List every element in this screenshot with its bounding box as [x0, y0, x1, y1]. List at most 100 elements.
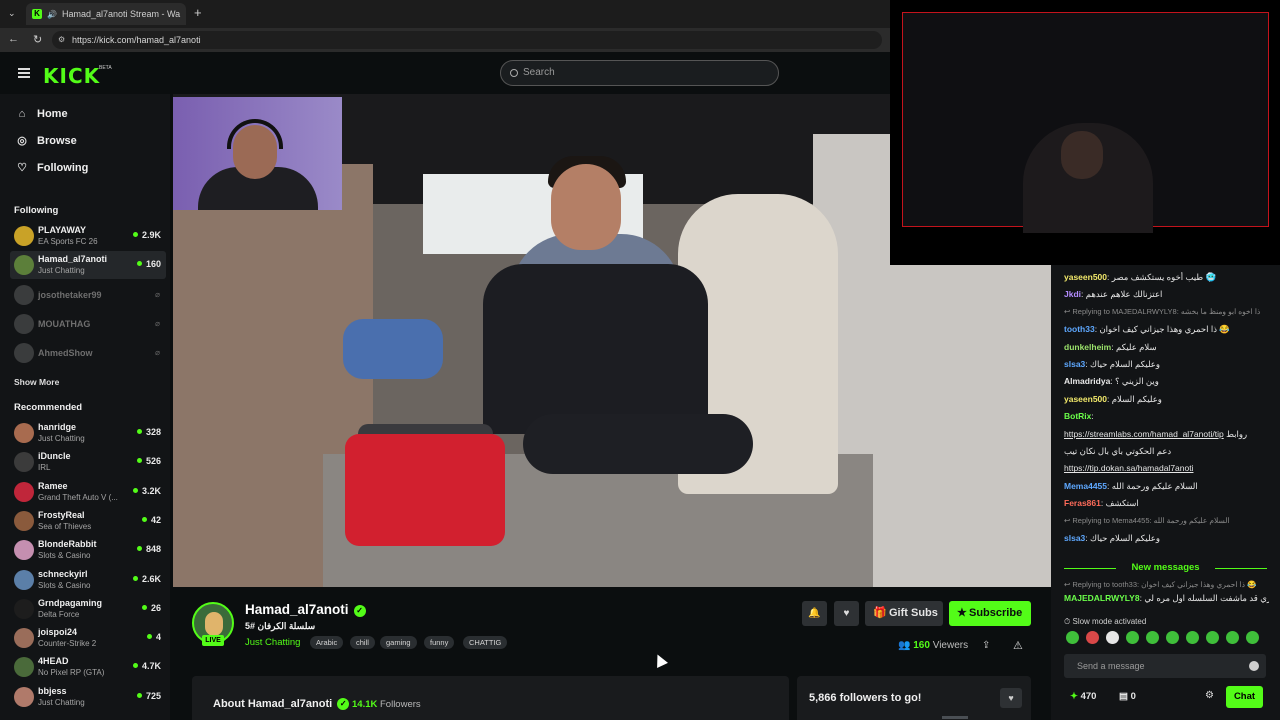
- back-icon[interactable]: ←: [8, 33, 19, 45]
- channel-name: hanridge: [38, 422, 77, 432]
- chat-username[interactable]: BotRix: [1064, 411, 1091, 421]
- channel-avatar: [14, 569, 34, 590]
- channel-item[interactable]: joispoi24 Counter-Strike 2 4: [10, 624, 166, 652]
- reload-icon[interactable]: ↻: [33, 33, 42, 46]
- star-icon: ★: [957, 607, 967, 619]
- notification-bell-button[interactable]: 🔔: [802, 601, 827, 626]
- chat-username[interactable]: tooth33: [1064, 324, 1095, 334]
- chat-username[interactable]: dunkelheim: [1064, 342, 1111, 352]
- follow-button[interactable]: ♥: [834, 601, 859, 626]
- tag-gaming[interactable]: gaming: [380, 636, 417, 649]
- channel-item[interactable]: BlondeRabbit Slots & Casino 848: [10, 536, 166, 564]
- emote-icon[interactable]: [1086, 631, 1099, 644]
- channel-item[interactable]: Grndpagaming Delta Force 26: [10, 595, 166, 623]
- channel-item[interactable]: Ramee Grand Theft Auto V (... 3.2K: [10, 478, 166, 506]
- tag-arabic[interactable]: Arabic: [310, 636, 344, 649]
- emote-icon[interactable]: [1206, 631, 1219, 644]
- channel-item[interactable]: MOUATHAG ⌀: [10, 310, 166, 338]
- channel-avatar: [14, 284, 34, 305]
- video-scene-person-jacket: [483, 264, 708, 434]
- sidebar-item-following[interactable]: ♡ Following: [16, 162, 88, 174]
- report-icon[interactable]: ⚠: [1013, 639, 1023, 652]
- site-info-icon[interactable]: ⚙: [58, 31, 65, 49]
- chat-username[interactable]: slsa3: [1064, 359, 1085, 369]
- goal-text: 5,866 followers to go!: [809, 692, 922, 704]
- channel-item[interactable]: AhmedShow ⌀: [10, 339, 166, 367]
- channel-avatar: [14, 598, 34, 619]
- chat-message: slsa3: وعليكم السلام حياك: [1064, 359, 1269, 370]
- viewer-count-number: 160: [913, 640, 930, 651]
- chat-username[interactable]: Almadridya: [1064, 376, 1110, 386]
- video-scene-person-legs: [523, 414, 753, 474]
- sidebar-item-home[interactable]: ⌂ Home: [16, 108, 68, 120]
- emote-icon[interactable]: [1126, 631, 1139, 644]
- goal-heart-button[interactable]: ♥: [1000, 688, 1022, 708]
- chat-link[interactable]: https://tip.dokan.sa/hamadal7anoti: [1064, 463, 1193, 473]
- share-icon[interactable]: ⇪: [982, 640, 990, 651]
- subscribe-button[interactable]: ★ Subscribe: [949, 601, 1031, 626]
- close-tab-icon[interactable]: ✕: [185, 9, 186, 20]
- channel-item[interactable]: 4HEAD No Pixel RP (GTA) 4.7K: [10, 653, 166, 681]
- secondary-points[interactable]: ▤ 0: [1119, 691, 1136, 702]
- chat-username[interactable]: Mema4455: [1064, 481, 1107, 491]
- emote-icon[interactable]: [1226, 631, 1239, 644]
- kick-logo[interactable]: KICK: [43, 64, 100, 88]
- chat-username[interactable]: yaseen500: [1064, 394, 1107, 404]
- chat-reply-context: ↩ Replying to Mema4455: السلام عليكم ورح…: [1064, 515, 1230, 525]
- channel-item[interactable]: iDuncle IRL 526: [10, 448, 166, 476]
- channel-item[interactable]: hanridge Just Chatting 328: [10, 419, 166, 447]
- chat-username[interactable]: slsa3: [1064, 533, 1085, 543]
- viewer-count: 👥 160 Viewers: [898, 640, 968, 651]
- channel-item[interactable]: schneckyirl Slots & Casino 2.6K: [10, 566, 166, 594]
- channel-points[interactable]: ✦ 470: [1070, 691, 1096, 702]
- chat-send-button[interactable]: Chat: [1226, 686, 1263, 708]
- tag-chill[interactable]: chill: [350, 636, 375, 649]
- tab-list-icon[interactable]: ⌄: [8, 8, 16, 19]
- channel-avatar: [14, 255, 34, 276]
- chat-username[interactable]: Feras861: [1064, 498, 1101, 508]
- channel-viewers: 526: [137, 456, 161, 466]
- tag-funny[interactable]: funny: [424, 636, 455, 649]
- browser-tab[interactable]: K 🔊 Hamad_al7anoti Stream - Wa ✕: [26, 3, 186, 25]
- sidebar-item-browse[interactable]: ◎ Browse: [16, 135, 77, 147]
- tag-chattig[interactable]: CHATTIG: [463, 636, 508, 649]
- channel-name: AhmedShow: [38, 348, 93, 359]
- menu-icon[interactable]: [18, 68, 30, 78]
- emote-icon[interactable]: [1186, 631, 1199, 644]
- emote-icon[interactable]: [1246, 631, 1259, 644]
- emote-icon[interactable]: [1106, 631, 1119, 644]
- chat-link[interactable]: https://streamlabs.com/hamad_al7anoti/ti…: [1064, 429, 1224, 439]
- search-input[interactable]: Search: [500, 60, 779, 86]
- channel-name: BlondeRabbit: [38, 539, 97, 550]
- channel-viewers: 42: [142, 515, 161, 525]
- slow-mode-text: Slow mode activated: [1072, 617, 1147, 626]
- streamer-name[interactable]: Hamad_al7anoti ✓: [245, 602, 366, 617]
- emote-icon[interactable]: [1166, 631, 1179, 644]
- emote-icon[interactable]: [1066, 631, 1079, 644]
- chat-username[interactable]: yaseen500: [1064, 272, 1107, 282]
- chat-input[interactable]: Send a message: [1064, 654, 1266, 678]
- channel-category: Slots & Casino: [38, 580, 91, 590]
- channel-item[interactable]: Hamad_al7anoti Just Chatting 160: [10, 251, 166, 280]
- channel-item[interactable]: josothetaker99 ⌀: [10, 281, 166, 309]
- home-icon: ⌂: [18, 108, 26, 120]
- new-tab-icon[interactable]: +: [194, 5, 202, 20]
- channel-viewers: 725: [137, 691, 161, 701]
- chat-username[interactable]: MAJEDALRWYLY8: [1064, 593, 1140, 603]
- channel-item[interactable]: bbjess Just Chatting 725: [10, 683, 166, 711]
- stream-title: سلسلة الكرفان #5: [245, 621, 316, 631]
- stream-category[interactable]: Just Chatting: [245, 637, 300, 648]
- chat-settings-icon[interactable]: ⚙: [1205, 690, 1214, 701]
- emoji-picker-icon[interactable]: [1249, 661, 1259, 671]
- chat-text: السلام عليكم ورحمة الله: [1111, 480, 1198, 491]
- emote-icon[interactable]: [1146, 631, 1159, 644]
- url-field[interactable]: ⚙ https://kick.com/hamad_al7anoti: [52, 31, 882, 49]
- sidebar: ⌂ Home ◎ Browse ♡ Following Following PL…: [0, 94, 170, 720]
- channel-item[interactable]: PLAYAWAY EA Sports FC 26 2.9K: [10, 222, 166, 250]
- gift-subs-button[interactable]: 🎁 Gift Subs: [865, 601, 943, 626]
- new-messages-divider[interactable]: New messages: [1064, 562, 1267, 573]
- chat-text: وين الزيني ؟: [1115, 376, 1159, 387]
- channel-item[interactable]: FrostyReal Sea of Thieves 42: [10, 507, 166, 535]
- show-more-button[interactable]: Show More: [14, 377, 59, 387]
- chat-username[interactable]: Jkdi: [1064, 289, 1081, 299]
